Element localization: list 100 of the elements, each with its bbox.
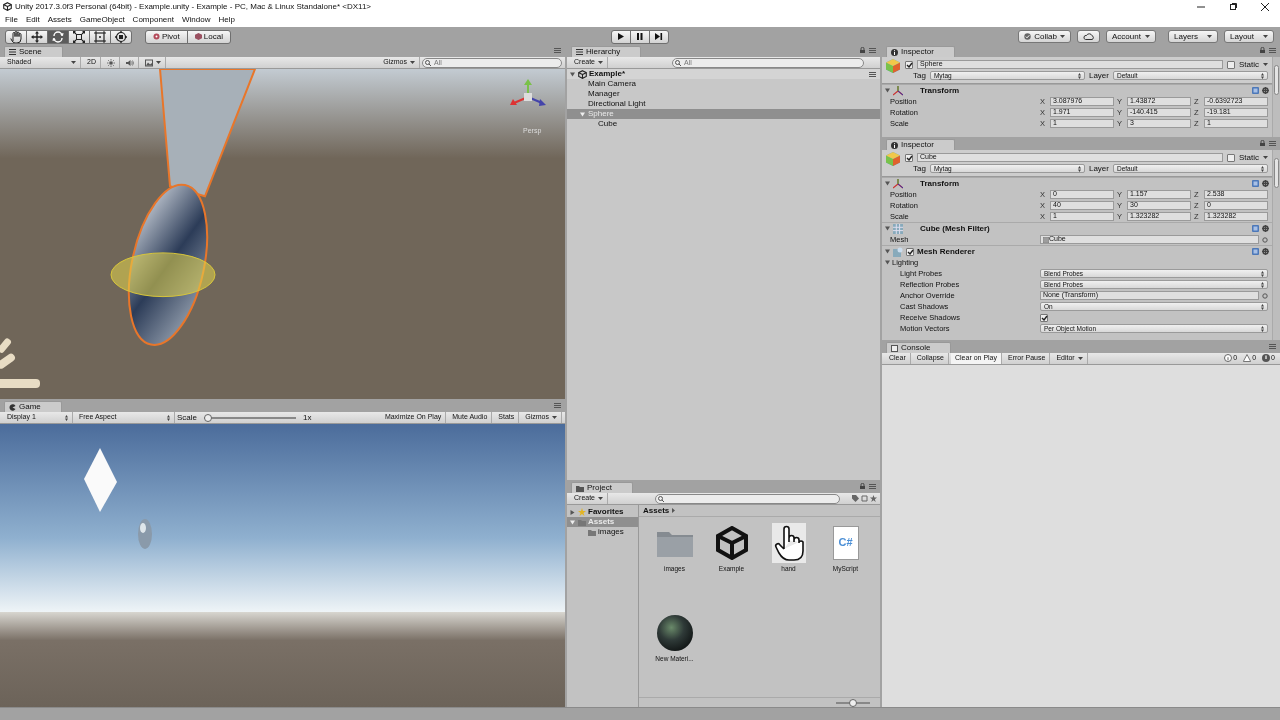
tree-item[interactable]: Favorites	[567, 507, 638, 517]
cloud-button[interactable]	[1077, 30, 1100, 43]
panel-menu-icon	[554, 403, 561, 408]
gear-icon[interactable]	[1262, 87, 1269, 94]
scrollbar[interactable]	[1272, 57, 1280, 137]
triangle-icon[interactable]	[885, 260, 890, 265]
pivot-button[interactable]: Pivot	[145, 29, 188, 44]
tree-label: Main Camera	[588, 79, 636, 89]
space-button[interactable]: Local	[186, 29, 231, 44]
play-button[interactable]	[610, 29, 631, 44]
search-field[interactable]	[655, 493, 840, 504]
tree-item[interactable]: Main Camera	[567, 79, 880, 89]
tree-item[interactable]: Manager	[567, 89, 880, 99]
list-icon	[576, 49, 583, 55]
menu-button[interactable]: Account	[1106, 30, 1156, 43]
transform-icon	[115, 30, 127, 43]
triangle-icon[interactable]	[885, 226, 890, 231]
panel-tab[interactable]: Hierarchy	[571, 46, 642, 57]
check-icon	[1040, 314, 1048, 321]
menu-button[interactable]: Layout	[1224, 30, 1274, 43]
star-icon[interactable]	[870, 495, 877, 502]
tree-label: Cube	[598, 119, 618, 129]
panel-tab[interactable]: Inspector	[886, 139, 955, 150]
collab-button[interactable]: Collab	[1018, 30, 1071, 43]
active-checkbox[interactable]	[905, 60, 913, 69]
breadcrumb-link[interactable]: Assets	[643, 505, 670, 516]
pause-button[interactable]	[629, 29, 650, 44]
caret-icon	[410, 61, 415, 64]
menu-item[interactable]: File	[1, 15, 22, 25]
enabled-checkbox[interactable]	[906, 247, 914, 256]
scale-slider-thumb[interactable]	[204, 413, 212, 422]
menu-item[interactable]: Assets	[43, 15, 76, 25]
caret-icon	[1263, 35, 1268, 38]
gear-icon[interactable]	[1262, 180, 1269, 187]
tag-icon[interactable]	[852, 495, 859, 502]
tree-label: Directional Light	[588, 99, 646, 109]
active-checkbox[interactable]	[905, 153, 913, 162]
triangle-icon[interactable]	[885, 181, 890, 186]
hand-pointer-icon[interactable]	[771, 523, 806, 563]
close-icon[interactable]	[1261, 2, 1269, 11]
triangle-icon[interactable]	[885, 88, 890, 93]
menu-item[interactable]: Edit	[21, 15, 44, 25]
unity-logo-icon[interactable]	[714, 526, 749, 560]
tool-button[interactable]	[26, 29, 48, 44]
maximize-icon[interactable]	[1229, 2, 1237, 11]
panel-menu-icon	[869, 483, 876, 489]
pause-icon	[635, 32, 644, 41]
panel-tab[interactable]: Game	[4, 401, 62, 412]
panel-menu-icon	[554, 48, 561, 53]
rect-tool-icon	[94, 30, 106, 43]
tree-item[interactable]: images	[567, 527, 638, 537]
tree-label: Assets	[588, 517, 615, 527]
error-icon	[1262, 354, 1271, 363]
tag-label: Tag	[912, 163, 926, 174]
check-icon	[905, 154, 913, 161]
info-icon	[1224, 354, 1233, 363]
material-sphere-icon[interactable]	[655, 614, 694, 652]
triangle-icon[interactable]	[885, 249, 890, 254]
info-icon	[891, 141, 898, 149]
panel-tab[interactable]: Scene	[4, 46, 63, 57]
component-title: Transform	[920, 178, 960, 189]
tool-button[interactable]	[5, 29, 27, 44]
layer-label: Layer	[1088, 163, 1109, 174]
cube-icon	[194, 33, 202, 40]
scale-label: Scale	[177, 412, 197, 423]
panel-tab[interactable]: Project	[571, 482, 633, 493]
menu-item[interactable]: Window	[177, 15, 215, 25]
panel-menu-icon	[869, 47, 876, 53]
gear-icon[interactable]	[1262, 225, 1269, 232]
tree-item[interactable]: Cube	[567, 119, 880, 129]
object-picker-icon[interactable]	[1262, 236, 1268, 243]
tool-button[interactable]	[110, 29, 132, 44]
tool-button[interactable]	[47, 29, 69, 44]
check-icon	[905, 61, 913, 68]
image-icon	[144, 58, 153, 67]
chevron-icon	[672, 508, 676, 513]
static-checkbox[interactable]	[1227, 153, 1235, 162]
object-picker-icon[interactable]	[1262, 292, 1268, 299]
static-checkbox[interactable]	[1227, 60, 1235, 69]
menu-button[interactable]: Layers	[1168, 30, 1218, 43]
layer-label: Layer	[1088, 70, 1109, 81]
menu-item[interactable]: Component	[128, 15, 178, 25]
tool-button[interactable]	[68, 29, 90, 44]
panel-tab[interactable]: Console	[886, 342, 952, 353]
menu-item[interactable]: GameObject	[75, 15, 129, 25]
tool-button[interactable]	[89, 29, 111, 44]
icon-size-slider-thumb[interactable]	[849, 698, 857, 707]
tree-item[interactable]: Example*	[567, 69, 880, 79]
scrollbar[interactable]	[1272, 150, 1280, 340]
gear-icon[interactable]	[1262, 248, 1269, 255]
tree-item[interactable]: Directional Light	[567, 99, 880, 109]
mesh-icon	[1043, 236, 1049, 243]
step-button[interactable]	[648, 29, 669, 44]
menu-item[interactable]: Help	[214, 15, 239, 25]
star-icon	[578, 508, 586, 516]
axes-icon	[893, 178, 903, 189]
updown-icon	[1261, 303, 1264, 310]
checkbox[interactable]	[1040, 313, 1048, 322]
updown-icon	[1261, 72, 1264, 79]
panel-tab[interactable]: Inspector	[886, 46, 955, 57]
